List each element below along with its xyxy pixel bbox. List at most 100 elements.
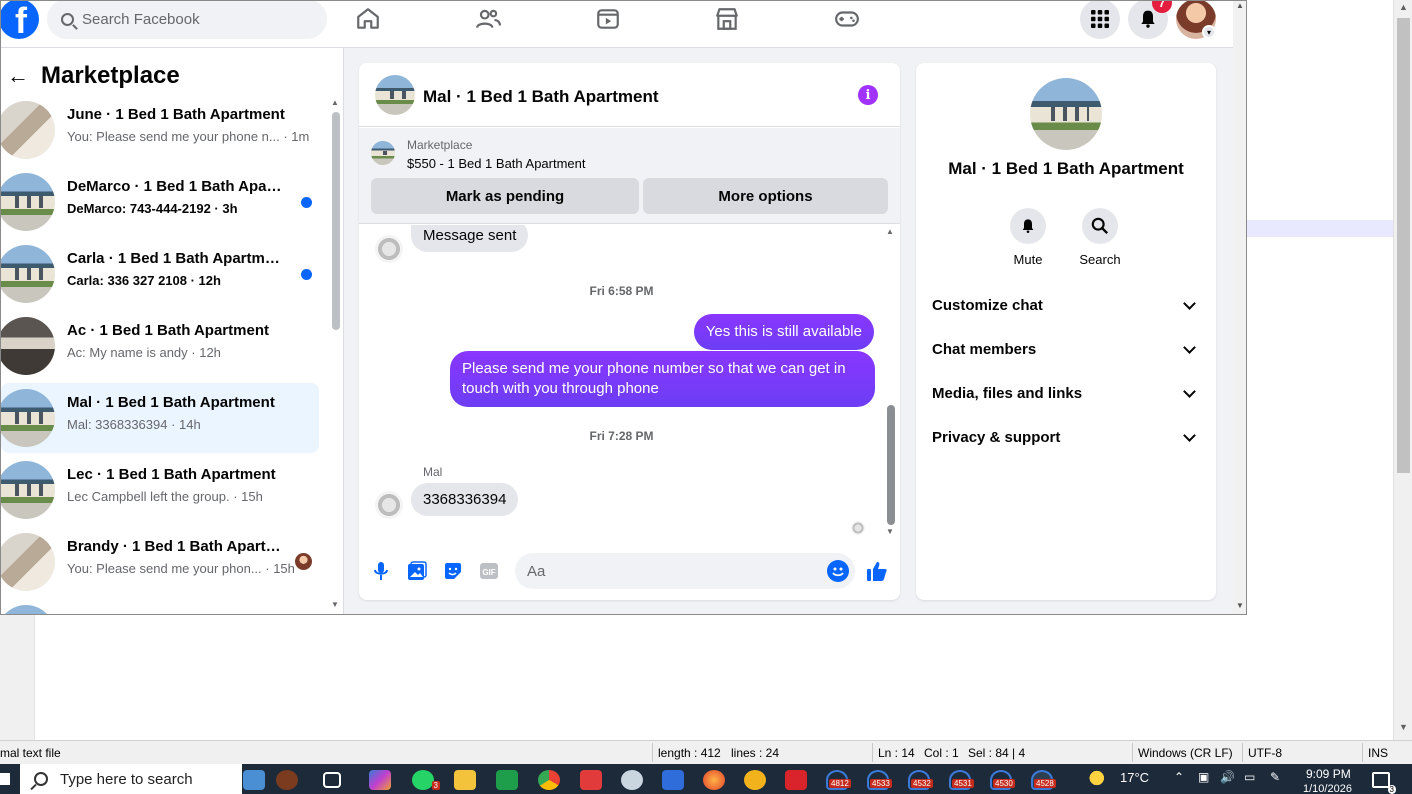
sender-avatar (375, 491, 403, 519)
friends-icon (476, 9, 501, 29)
search-in-chat-button[interactable]: Search (1070, 208, 1130, 267)
more-options-button[interactable]: More options (643, 178, 888, 214)
mark-as-pending-button[interactable]: Mark as pending (371, 178, 639, 214)
back-arrow-icon[interactable]: ← (7, 63, 29, 89)
conversation-item[interactable]: Brandy · 1 Bed 1 Bath Apartm... You: Plea… (1, 527, 319, 597)
sticker-icon[interactable] (442, 560, 464, 582)
task-view-icon[interactable] (323, 772, 341, 788)
facebook-logo[interactable]: f (1, 1, 39, 39)
volume-icon[interactable]: 🔊 (1220, 770, 1235, 784)
network-icon[interactable]: ▭ (1244, 770, 1255, 784)
headset-icon[interactable]: 4533 (867, 770, 892, 790)
menu-button[interactable] (1080, 1, 1120, 39)
anydesk-icon[interactable] (580, 770, 602, 790)
football-icon[interactable] (276, 770, 298, 790)
app-icon[interactable] (785, 770, 807, 790)
emoji-icon[interactable] (827, 560, 849, 582)
page-title: Marketplace (41, 62, 180, 89)
timestamp-separator: Fri 7:28 PM (589, 429, 654, 443)
scroll-down-arrow[interactable]: ▼ (331, 600, 339, 609)
editor-scroll-thumb[interactable] (1397, 18, 1410, 473)
scroll-down-arrow[interactable]: ▼ (1399, 722, 1408, 732)
app-icon[interactable] (621, 770, 643, 790)
conversation-item[interactable]: Lec · 1 Bed 1 Bath Apartment Lec Campbell… (1, 455, 319, 525)
headset-icon[interactable]: 4812 (826, 770, 851, 790)
scroll-up-arrow[interactable]: ▲ (1236, 1, 1244, 10)
photo-icon[interactable] (406, 560, 428, 582)
selection-info: Sel : 84 | 4 (968, 746, 1026, 760)
chat-scroll-thumb[interactable] (887, 405, 895, 525)
chat-scrollbar[interactable]: ▲ ▼ (885, 225, 897, 541)
message-bubble-incoming: Message sent (411, 225, 529, 252)
widgets-icon[interactable] (243, 770, 265, 790)
sidebar-header: ← Marketplace (7, 62, 180, 90)
chat-members-row[interactable]: Chat members (932, 329, 1200, 369)
info-icon[interactable]: i (858, 85, 878, 105)
start-button[interactable] (0, 773, 10, 785)
headset-icon[interactable]: 4531 (949, 770, 974, 790)
notification-center-icon[interactable]: 3 (1372, 772, 1396, 794)
message-input[interactable]: Aa (515, 553, 855, 589)
copilot-icon[interactable] (369, 770, 391, 790)
chat-title[interactable]: Mal · 1 Bed 1 Bath Apartment (423, 87, 659, 107)
chevron-up-icon[interactable]: ⌃ (1174, 770, 1184, 784)
thumbs-up-icon[interactable] (866, 560, 888, 582)
weather-icon[interactable] (1088, 770, 1110, 790)
message-composer: GIF Aa (359, 543, 900, 600)
headset-icon[interactable]: 4528 (1031, 770, 1056, 790)
conversation-item[interactable]: Ac · 1 Bed 1 Bath Apartment Ac: My name i… (1, 311, 319, 381)
mute-button[interactable]: Mute (998, 208, 1058, 267)
firefox-icon[interactable] (703, 770, 725, 790)
whatsapp-icon[interactable]: 3 (412, 770, 440, 790)
chat-avatar[interactable] (375, 75, 415, 115)
gif-icon[interactable]: GIF (478, 560, 500, 582)
clock-date[interactable]: 1/10/2026 (1303, 783, 1352, 794)
scroll-up-arrow[interactable]: ▲ (1399, 2, 1408, 12)
scroll-down-arrow[interactable]: ▼ (1236, 601, 1244, 610)
conversation-item[interactable]: DeMarco · 1 Bed 1 Bath Apart... DeMarco: … (1, 167, 319, 237)
chrome-icon[interactable] (538, 770, 560, 790)
taskbar-search-box[interactable]: Type here to search (20, 764, 242, 794)
conversation-item[interactable]: Mal · 1 Bed 1 Bath Apartment Mal: 3368336… (1, 383, 319, 453)
listing-thumbnail[interactable] (371, 141, 395, 165)
listing-price[interactable]: $550 - 1 Bed 1 Bath Apartment (407, 156, 586, 171)
friends-tab[interactable] (474, 5, 502, 33)
microphone-icon[interactable] (370, 560, 392, 582)
conversation-item[interactable]: Carla · 1 Bed 1 Bath Apartment Carla: 336… (1, 239, 319, 309)
pen-icon[interactable]: ✎ (1270, 770, 1280, 784)
chevron-down-icon (1183, 428, 1196, 442)
chevron-down-icon[interactable]: ▾ (1202, 25, 1216, 39)
scroll-down-arrow[interactable]: ▼ (886, 527, 894, 536)
conversation-thumbnail (1, 173, 55, 231)
eol-format: Windows (CR LF) (1138, 746, 1233, 760)
headset-icon[interactable]: 4532 (908, 770, 933, 790)
media-files-links-row[interactable]: Media, files and links (932, 373, 1200, 413)
conversation-title: June · 1 Bed 1 Bath Apartment (67, 106, 285, 123)
clock-time[interactable]: 9:09 PM (1306, 767, 1351, 781)
marketplace-tab[interactable] (713, 5, 741, 33)
sidebar-scrollbar[interactable]: ▲ ▼ (330, 98, 342, 613)
bitwarden-icon[interactable] (662, 770, 684, 790)
notepad-icon[interactable] (496, 770, 518, 790)
search-facebook-input[interactable]: Search Facebook (47, 1, 327, 39)
tray-icon[interactable]: ▣ (1198, 770, 1209, 784)
sidebar-scroll-thumb[interactable] (332, 112, 340, 330)
window-scrollbar[interactable]: ▲ ▼ (1233, 1, 1246, 614)
conversation-thumbnail (1, 605, 55, 614)
scroll-up-arrow[interactable]: ▲ (886, 227, 894, 236)
conversation-item[interactable]: June · 1 Bed 1 Bath Apartment You: Please… (1, 95, 319, 165)
editor-scrollbar[interactable]: ▲ ▼ (1393, 0, 1412, 740)
home-tab[interactable] (354, 5, 382, 33)
app-icon[interactable] (744, 770, 766, 790)
encoding: UTF-8 (1248, 746, 1282, 760)
file-explorer-icon[interactable] (454, 770, 476, 790)
scroll-up-arrow[interactable]: ▲ (331, 98, 339, 107)
privacy-support-row[interactable]: Privacy & support (932, 417, 1200, 457)
gaming-tab[interactable] (833, 5, 861, 33)
customize-chat-row[interactable]: Customize chat (932, 285, 1200, 325)
headset-icon[interactable]: 4530 (990, 770, 1015, 790)
temperature[interactable]: 17°C (1120, 770, 1149, 785)
search-label: Search (1079, 252, 1121, 267)
watch-tab[interactable] (594, 5, 622, 33)
conversation-item[interactable] (1, 599, 319, 614)
